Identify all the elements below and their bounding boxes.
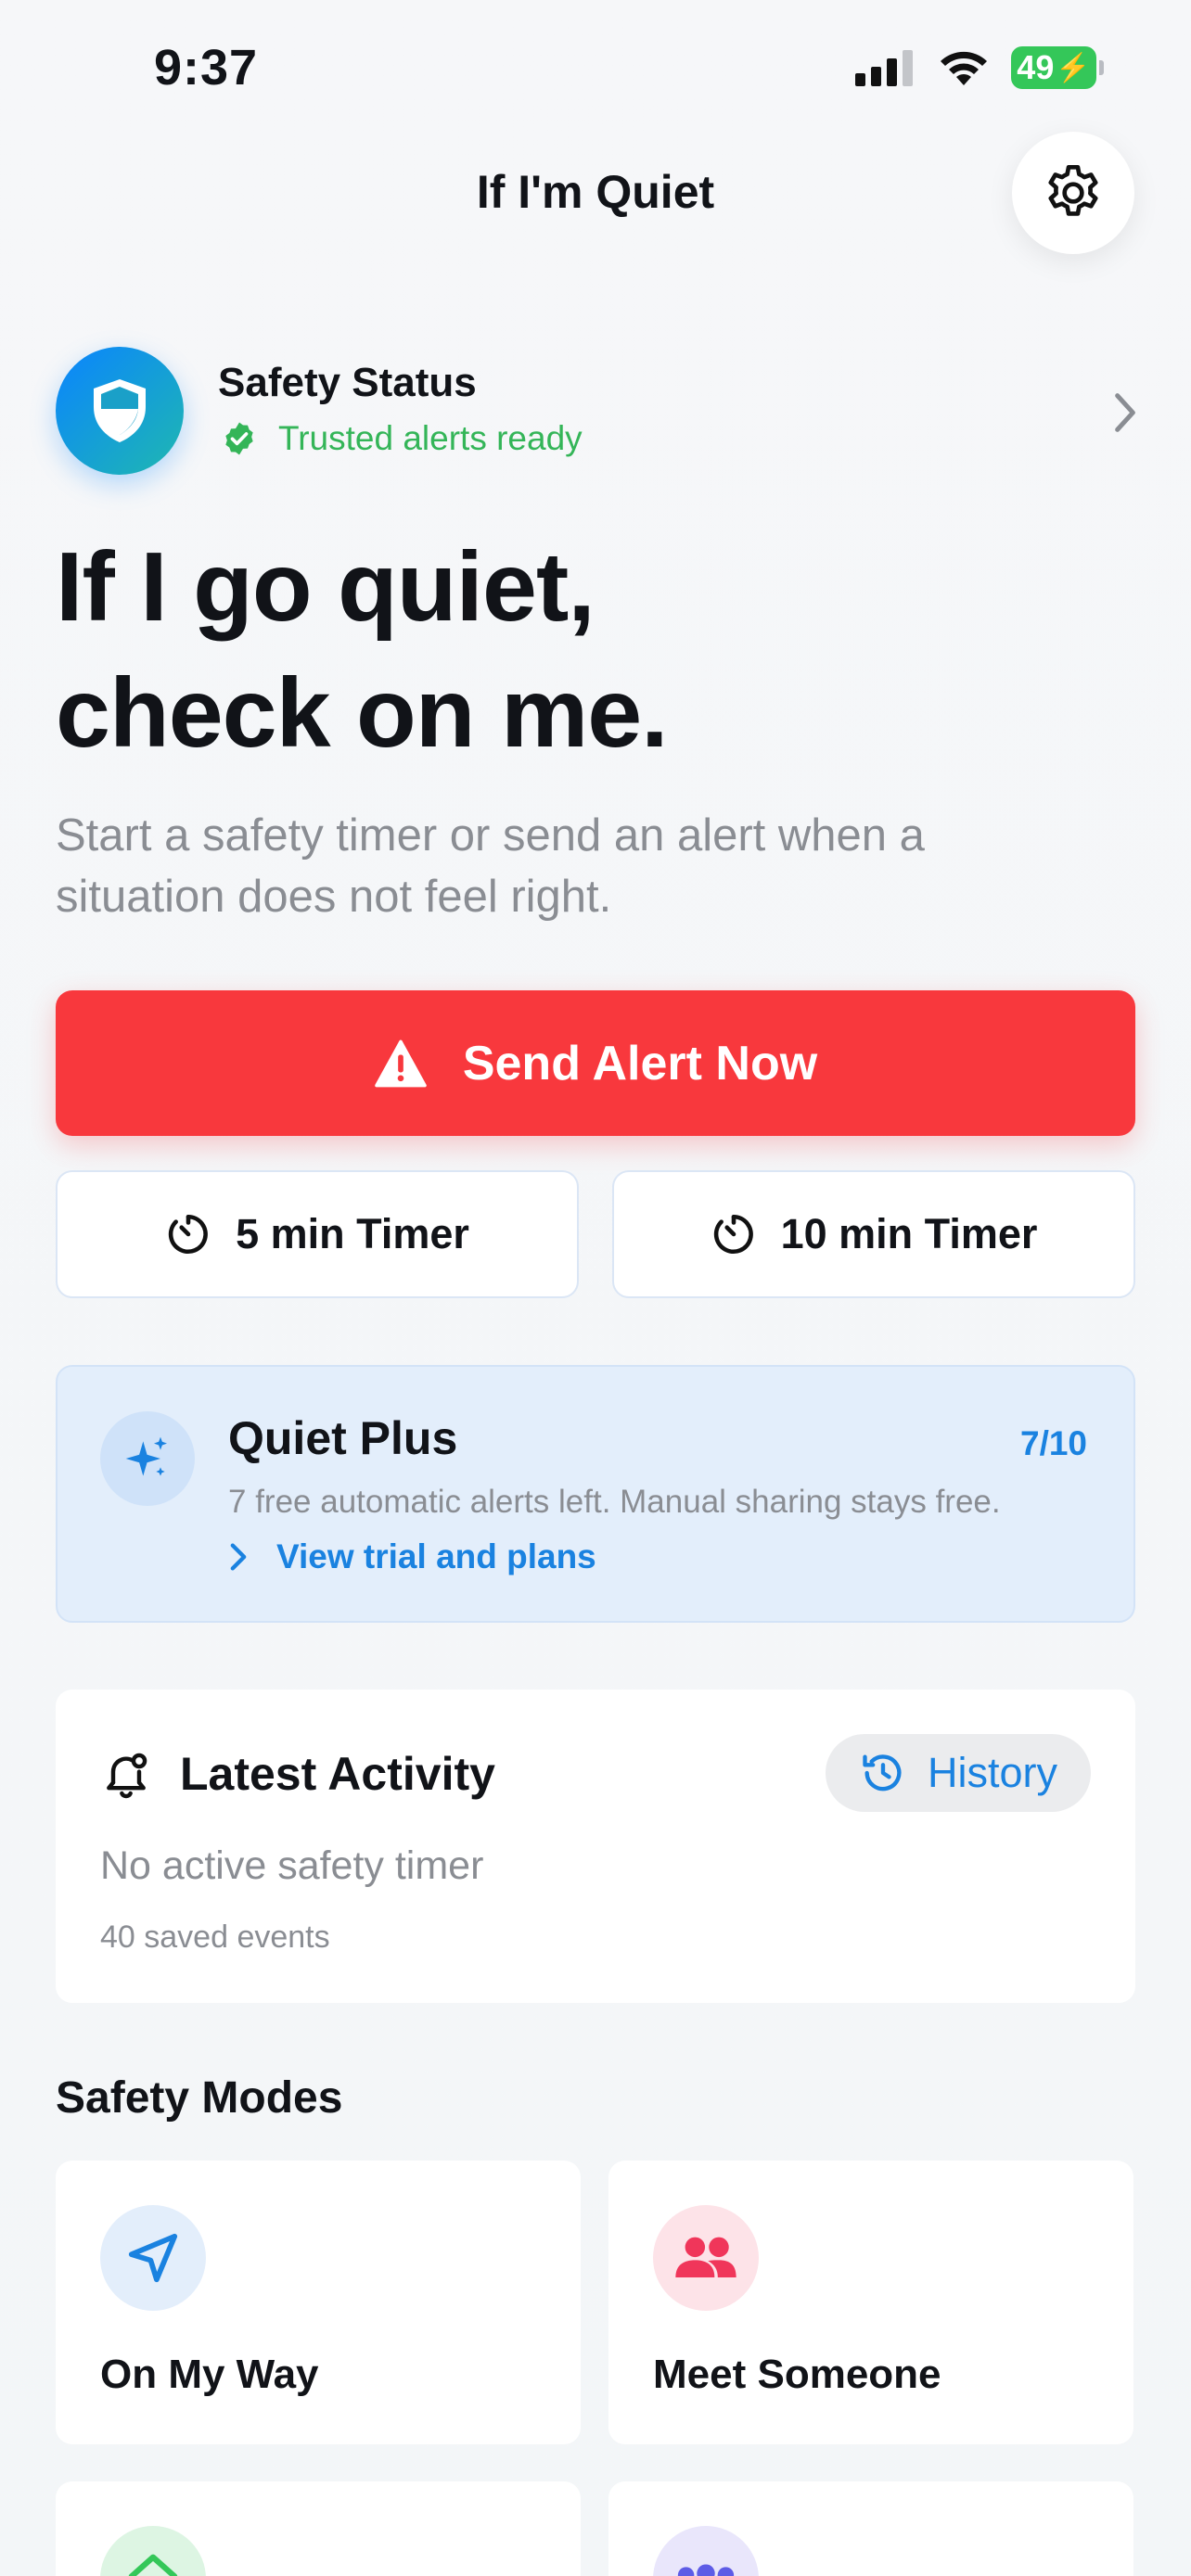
five-min-timer-button[interactable]: 5 min Timer (56, 1170, 579, 1298)
history-label: History (927, 1749, 1057, 1796)
safety-status-text: Trusted alerts ready (278, 419, 583, 457)
charging-icon: ⚡ (1056, 52, 1091, 83)
hero-line-1: If I go quiet, (56, 532, 596, 642)
safety-status-subtitle: Trusted alerts ready (221, 419, 583, 458)
timer-icon (168, 1214, 208, 1254)
history-button[interactable]: History (826, 1734, 1091, 1812)
timer-icon (713, 1214, 753, 1254)
bell-icon (107, 1753, 147, 1799)
battery-level: 49 (1017, 48, 1055, 86)
shield-badge[interactable] (56, 347, 184, 475)
home-icon (100, 2526, 206, 2576)
sparkles-icon (100, 1411, 195, 1506)
mode-card-group[interactable] (608, 2481, 1133, 2576)
quiet-plus-title: Quiet Plus (228, 1412, 458, 1464)
warning-icon (375, 1039, 427, 1087)
mode-card-on-my-way[interactable]: On My Way (56, 2161, 581, 2444)
ten-min-timer-button[interactable]: 10 min Timer (612, 1170, 1135, 1298)
people-icon (653, 2205, 759, 2311)
mode-card-meet-someone[interactable]: Meet Someone (608, 2161, 1133, 2444)
battery-indicator: 49 ⚡ (1011, 46, 1104, 89)
hero-subtitle: Start a safety timer or send an alert wh… (56, 810, 925, 922)
gear-icon (1048, 164, 1098, 216)
status-icons: 49 ⚡ (853, 46, 1104, 89)
status-time: 9:37 (154, 40, 259, 96)
chevron-right-icon[interactable] (1109, 389, 1141, 440)
history-clock-icon (863, 1754, 902, 1792)
latest-activity-title: Latest Activity (180, 1748, 495, 1800)
quiet-plus-count: 7/10 (1020, 1424, 1088, 1462)
signal-icon (855, 50, 913, 86)
quiet-plus-description: 7 free automatic alerts left. Manual sha… (228, 1484, 1001, 1520)
send-alert-button[interactable]: Send Alert Now (56, 990, 1135, 1136)
group-icon (653, 2526, 759, 2576)
safety-status-title[interactable]: Safety Status (218, 360, 477, 406)
hero-line-2: check on me. (56, 658, 669, 768)
ten-min-timer-label: 10 min Timer (780, 1210, 1038, 1257)
navigation-arrow-icon (100, 2205, 206, 2311)
mode-card-home[interactable] (56, 2481, 581, 2576)
mode-label: On My Way (100, 2352, 319, 2397)
saved-events-count: 40 saved events (100, 1919, 330, 1955)
five-min-timer-label: 5 min Timer (236, 1210, 469, 1257)
shield-icon (94, 379, 146, 442)
wifi-icon (941, 51, 987, 85)
mode-label: Meet Someone (653, 2352, 941, 2397)
settings-button[interactable] (1012, 132, 1134, 254)
send-alert-label: Send Alert Now (462, 1036, 818, 1090)
hero-heading: If I go quiet, check on me. (56, 524, 669, 776)
view-plans-link[interactable]: View trial and plans (228, 1537, 596, 1576)
safety-modes-title: Safety Modes (56, 2073, 343, 2123)
latest-activity-header: Latest Activity (100, 1747, 495, 1801)
chevron-right-icon (230, 1543, 247, 1571)
verified-check-icon (225, 422, 253, 455)
activity-status: No active safety timer (100, 1843, 484, 1888)
view-plans-label: View trial and plans (276, 1537, 596, 1575)
